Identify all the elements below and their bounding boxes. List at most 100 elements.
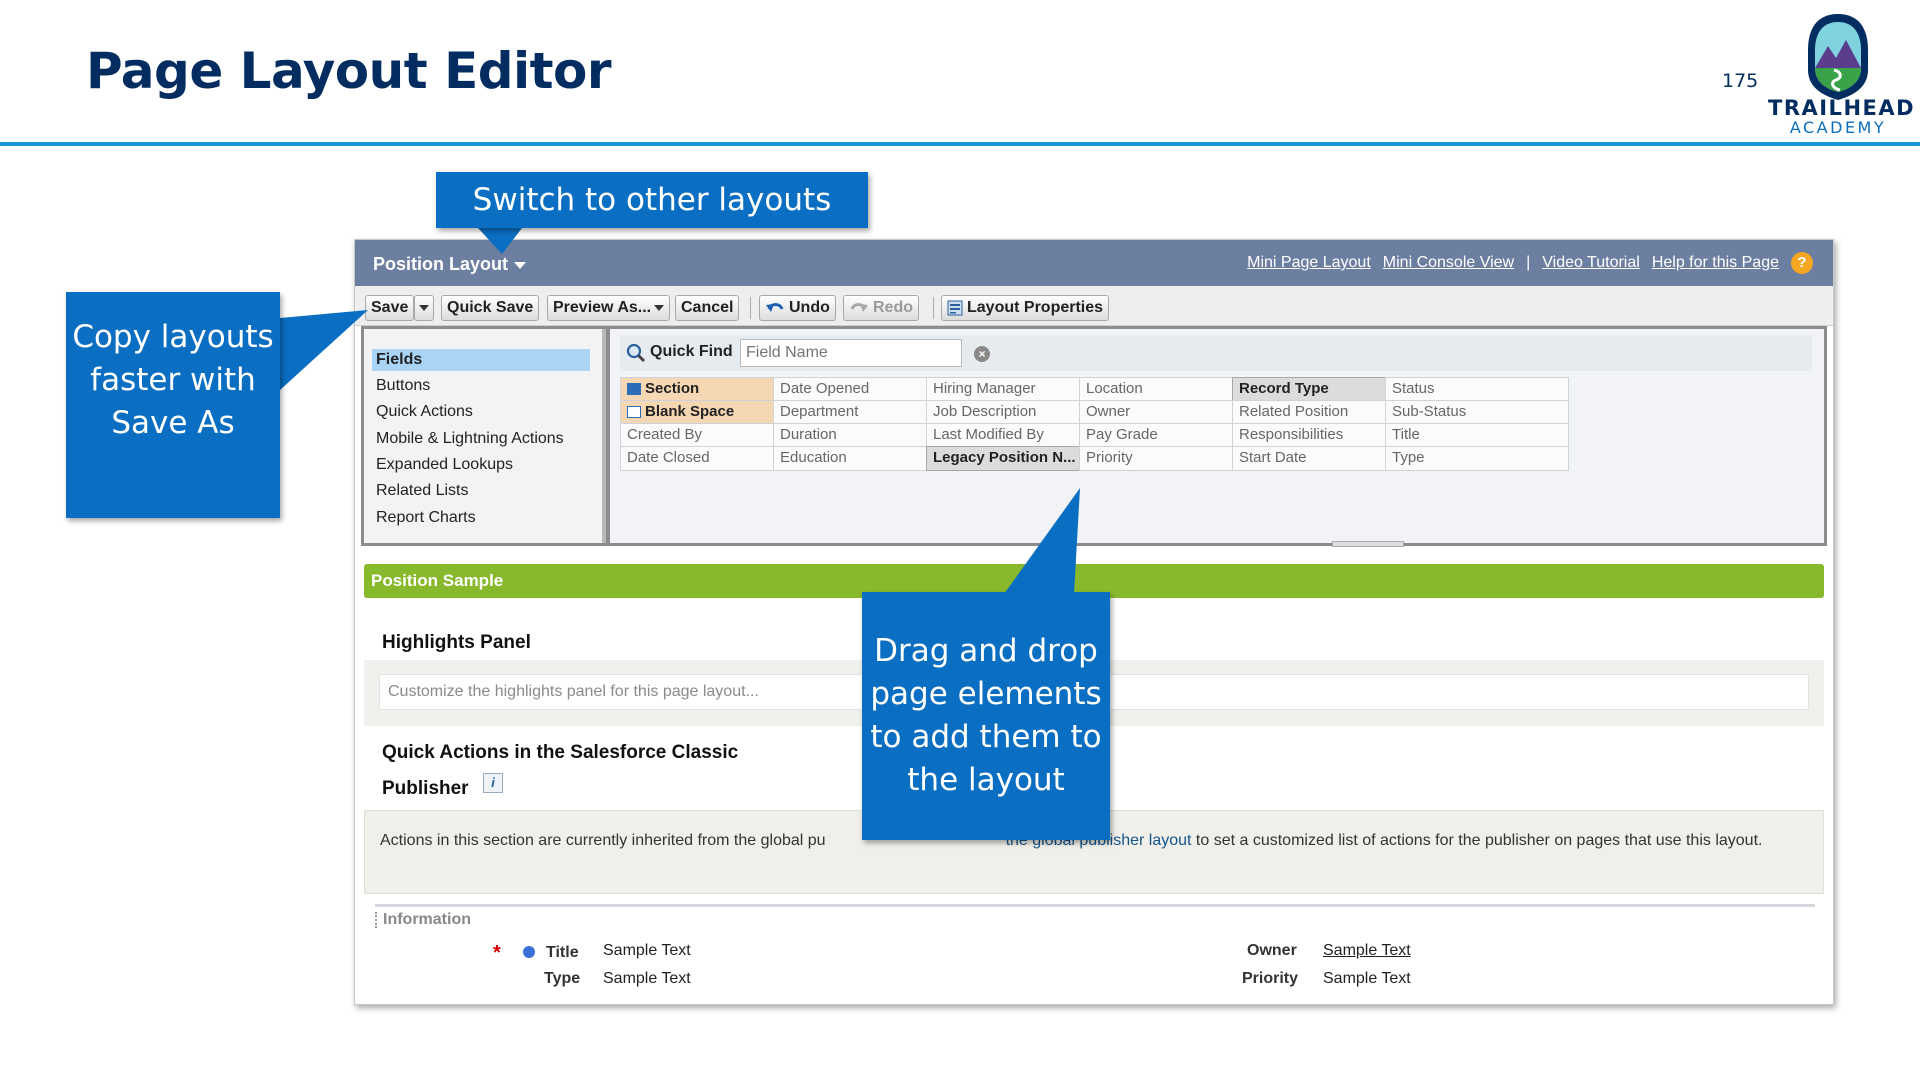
blank-space-icon <box>627 406 641 419</box>
palette-categories: Fields Buttons Quick Actions Mobile & Li… <box>364 329 606 543</box>
information-section-header[interactable]: Information <box>375 904 1815 930</box>
always-displayed-icon <box>523 946 535 958</box>
quick-save-button[interactable]: Quick Save <box>441 295 540 321</box>
category-buttons[interactable]: Buttons <box>372 375 590 397</box>
palette-field-label: Sub-Status <box>1392 403 1467 420</box>
field-value-priority: Sample Text <box>1323 970 1411 987</box>
palette-field-label: Status <box>1392 380 1435 397</box>
quick-find-bar: Quick Find × <box>620 335 1812 371</box>
caret-down-icon <box>419 305 429 311</box>
palette-field-type[interactable]: Type <box>1385 446 1569 471</box>
palette-field-label: Section <box>645 380 700 397</box>
palette-field-label: Job Description <box>933 403 1037 420</box>
palette-field-label: Title <box>1392 426 1420 443</box>
palette-field-label: Related Position <box>1239 403 1349 420</box>
category-quick-actions[interactable]: Quick Actions <box>372 401 590 423</box>
callout-save-as: Copy layouts faster with Save As <box>66 292 280 518</box>
mini-console-view-link[interactable]: Mini Console View <box>1383 254 1514 272</box>
video-tutorial-link[interactable]: Video Tutorial <box>1542 254 1640 272</box>
preview-as-button[interactable]: Preview As... <box>547 295 671 321</box>
palette-field-label: Blank Space <box>645 403 735 420</box>
slide: Page Layout Editor 175 TRAILHEAD ACADEMY… <box>0 0 1920 1080</box>
slide-page-number: 175 <box>1722 70 1759 92</box>
title-divider <box>0 142 1920 146</box>
section-icon <box>627 383 641 396</box>
caret-down-icon <box>514 261 526 269</box>
cancel-label: Cancel <box>681 299 734 316</box>
palette-field-label: Date Closed <box>627 449 710 466</box>
category-report-charts[interactable]: Report Charts <box>372 507 590 529</box>
category-fields[interactable]: Fields <box>372 349 590 371</box>
palette-field-label: Legacy Position N... <box>933 449 1076 466</box>
logo-text-academy: ACADEMY <box>1789 118 1887 137</box>
editor-header: Position Layout Mini Page Layout Mini Co… <box>355 240 1833 286</box>
highlights-panel-title: Highlights Panel <box>382 632 531 653</box>
redo-button[interactable]: Redo <box>843 295 919 321</box>
link-separator: | <box>1526 254 1531 271</box>
redo-icon <box>850 302 868 312</box>
palette-field-label: Created By <box>627 426 703 443</box>
toolbar-separator <box>933 297 934 319</box>
quick-find-label: Quick Find <box>650 343 733 360</box>
palette-field-label: Last Modified By <box>933 426 1044 443</box>
help-icon[interactable]: ? <box>1791 252 1813 274</box>
category-mobile-lightning-actions[interactable]: Mobile & Lightning Actions <box>372 428 590 450</box>
palette-field-label: Priority <box>1086 449 1133 466</box>
field-label-title[interactable]: Title <box>546 944 579 962</box>
undo-button[interactable]: Undo <box>759 295 836 321</box>
field-label-owner[interactable]: Owner <box>1247 942 1297 960</box>
palette-field-label: Record Type <box>1239 380 1329 397</box>
field-label-type[interactable]: Type <box>544 970 580 988</box>
search-icon <box>626 343 646 363</box>
preview-as-label: Preview As... <box>553 299 652 316</box>
palette-field-status[interactable]: Status <box>1385 377 1569 402</box>
undo-icon <box>766 302 784 312</box>
layout-properties-label: Layout Properties <box>967 299 1104 316</box>
palette-field-label: Department <box>780 403 859 420</box>
redo-label: Redo <box>873 299 913 316</box>
palette-field-label: Pay Grade <box>1086 426 1158 443</box>
clear-icon[interactable]: × <box>974 346 990 362</box>
save-label: Save <box>371 299 409 316</box>
palette-field-label: Date Opened <box>780 380 870 397</box>
help-for-this-page-link[interactable]: Help for this Page <box>1652 254 1779 272</box>
callout-drag-drop: Drag and drop page elements to add them … <box>862 592 1110 840</box>
layout-properties-button[interactable]: Layout Properties <box>941 295 1110 321</box>
save-button[interactable]: Save <box>365 295 415 321</box>
palette-fields-area: Quick Find × Section Date Opened Hiring Ma… <box>610 329 1824 547</box>
save-dropdown-button[interactable] <box>414 295 434 321</box>
field-label-priority[interactable]: Priority <box>1242 970 1298 988</box>
toolbar-separator <box>750 297 751 319</box>
quick-actions-title: Quick Actions in the Salesforce Classic <box>382 742 739 763</box>
quick-actions-title-line2: Publisher <box>382 778 469 799</box>
palette-field-label: Education <box>780 449 847 466</box>
logo-text-trailhead: TRAILHEAD <box>1768 96 1916 120</box>
editor-toolbar: Save Quick Save Preview As... Cancel Und… <box>355 286 1833 326</box>
quick-actions-text: Actions in this section are currently in… <box>380 832 826 849</box>
drag-handle-icon <box>375 911 379 928</box>
undo-label: Undo <box>789 299 830 316</box>
field-value-owner[interactable]: Sample Text <box>1323 942 1411 960</box>
category-related-lists[interactable]: Related Lists <box>372 480 590 502</box>
palette-field-title[interactable]: Title <box>1385 423 1569 448</box>
required-icon: * <box>493 942 501 964</box>
layout-switcher[interactable]: Position Layout <box>373 254 526 275</box>
field-value-title: Sample Text <box>603 942 691 959</box>
information-label: Information <box>383 911 471 928</box>
category-expanded-lookups[interactable]: Expanded Lookups <box>372 454 590 476</box>
palette-resize-handle[interactable] <box>1332 541 1404 547</box>
layout-properties-icon <box>947 300 963 316</box>
cancel-button[interactable]: Cancel <box>675 295 740 321</box>
palette-field-sub-status[interactable]: Sub-Status <box>1385 400 1569 425</box>
info-icon[interactable]: i <box>483 773 503 793</box>
palette-field-label: Duration <box>780 426 837 443</box>
palette-field-label: Start Date <box>1239 449 1307 466</box>
slide-title: Page Layout Editor <box>86 42 612 100</box>
palette-field-label: Owner <box>1086 403 1131 420</box>
quick-save-label: Quick Save <box>447 299 534 316</box>
layout-name: Position Layout <box>373 254 508 274</box>
palette-field-label: Responsibilities <box>1239 426 1344 443</box>
mini-page-layout-link[interactable]: Mini Page Layout <box>1247 254 1371 272</box>
quick-find-input[interactable] <box>740 339 962 367</box>
palette-field-label: Location <box>1086 380 1143 397</box>
